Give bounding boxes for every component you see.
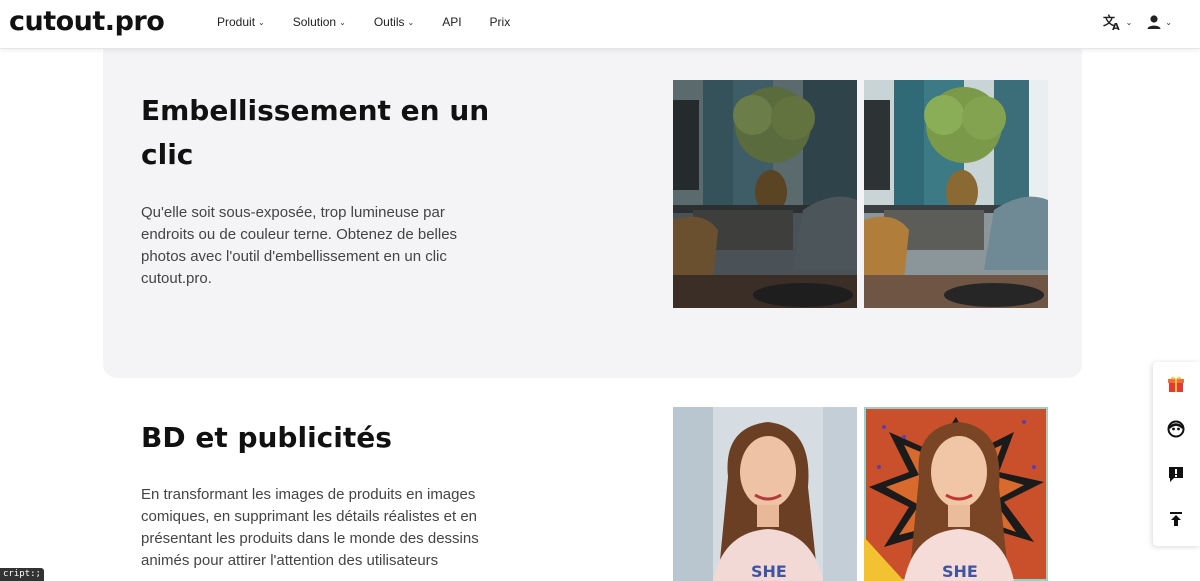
svg-text:SHE: SHE [751,562,787,581]
status-bar-tooltip: cript:; [0,568,44,581]
floating-side-panel [1153,362,1200,546]
user-menu[interactable]: ⌄ [1146,14,1172,30]
nav-label: Produit [217,15,256,29]
nav-prix[interactable]: Prix [490,15,511,29]
section-description: Qu'elle soit sous-exposée, trop lumineus… [141,204,458,287]
svg-text:SHE: SHE [942,562,978,581]
nav-label: Outils [373,15,405,29]
after-image [864,80,1048,308]
gift-icon [1167,375,1185,398]
section-title: BD et publicités [141,421,392,454]
gift-button[interactable] [1165,375,1187,397]
comic-portrait-image: SHE [864,407,1048,581]
feedback-button[interactable] [1165,465,1187,487]
section-description: En transformant les images de produits e… [141,486,479,569]
original-portrait-image: SHE [673,407,857,581]
nav-label: Prix [489,15,511,29]
chevron-down-icon: ⌄ [1125,17,1133,27]
header-actions: 文A ⌄ ⌄ [1103,13,1172,31]
nav-api[interactable]: API [442,15,461,29]
back-to-top-button[interactable] [1165,510,1187,532]
user-icon [1146,14,1162,30]
feedback-icon [1167,465,1185,488]
before-image [673,80,857,308]
support-icon [1167,420,1185,443]
section-title: Embellissement en un clic [141,94,490,171]
main-nav: Produit ⌄ Solution ⌄ Outils ⌄ API Prix [217,15,538,29]
chevron-down-icon: ⌄ [1165,17,1172,27]
chevron-down-icon: ⌄ [258,17,265,27]
logo[interactable]: cutout.pro [9,6,165,37]
nav-label: Solution [292,15,337,29]
nav-solution[interactable]: Solution ⌄ [293,15,346,29]
top-header: cutout.pro Produit ⌄ Solution ⌄ Outils ⌄ AP… [0,0,1200,49]
nav-produit[interactable]: Produit ⌄ [217,15,265,29]
support-button[interactable] [1165,420,1187,442]
chevron-down-icon: ⌄ [407,17,415,27]
nav-outils[interactable]: Outils ⌄ [374,15,414,29]
nav-label: API [442,15,462,29]
svg-text:A: A [1112,22,1120,31]
language-switcher[interactable]: 文A ⌄ [1103,13,1133,31]
language-icon: 文A [1103,13,1123,31]
chevron-down-icon: ⌄ [339,17,346,27]
back-to-top-icon [1168,511,1184,532]
